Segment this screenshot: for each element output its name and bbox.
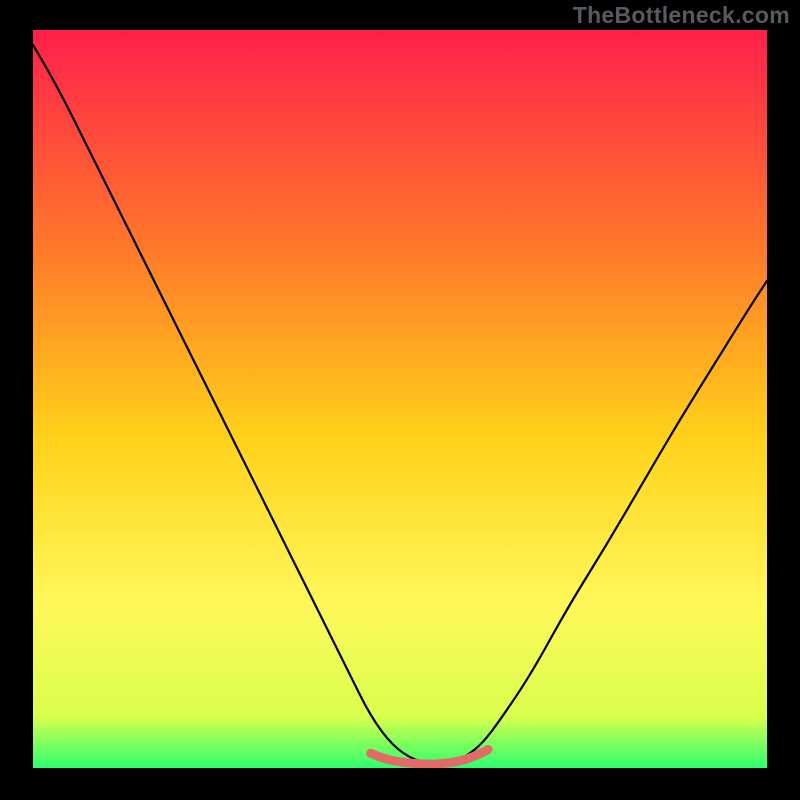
bottleneck-chart: [33, 30, 767, 768]
watermark-text: TheBottleneck.com: [573, 2, 790, 29]
gradient-background: [33, 30, 767, 768]
chart-frame: TheBottleneck.com: [0, 0, 800, 800]
plot-area: [33, 30, 767, 768]
